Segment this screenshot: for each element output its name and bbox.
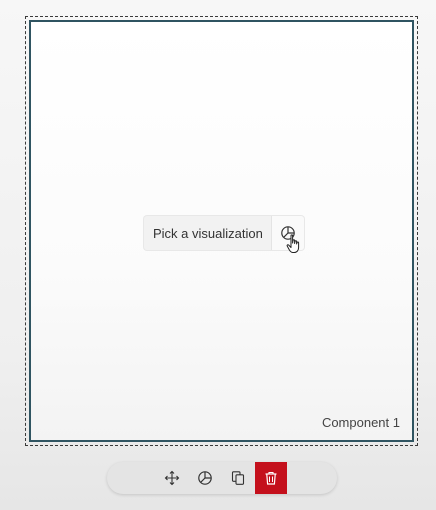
copy-button[interactable] (222, 462, 254, 494)
move-icon (164, 470, 180, 486)
pick-visualization-label: Pick a visualization (153, 225, 263, 241)
chart-pie-icon (197, 470, 213, 486)
trash-icon (263, 470, 279, 486)
change-visualization-button[interactable] (189, 462, 221, 494)
copy-icon (230, 470, 246, 486)
delete-button[interactable] (255, 462, 287, 494)
component-toolbar (107, 462, 337, 494)
component-label: Component 1 (321, 415, 400, 430)
pick-visualization-prompt[interactable]: Pick a visualization (144, 216, 304, 253)
pick-visualization-button[interactable] (270, 216, 304, 253)
hand-cursor-icon (286, 234, 302, 254)
move-button[interactable] (156, 462, 188, 494)
